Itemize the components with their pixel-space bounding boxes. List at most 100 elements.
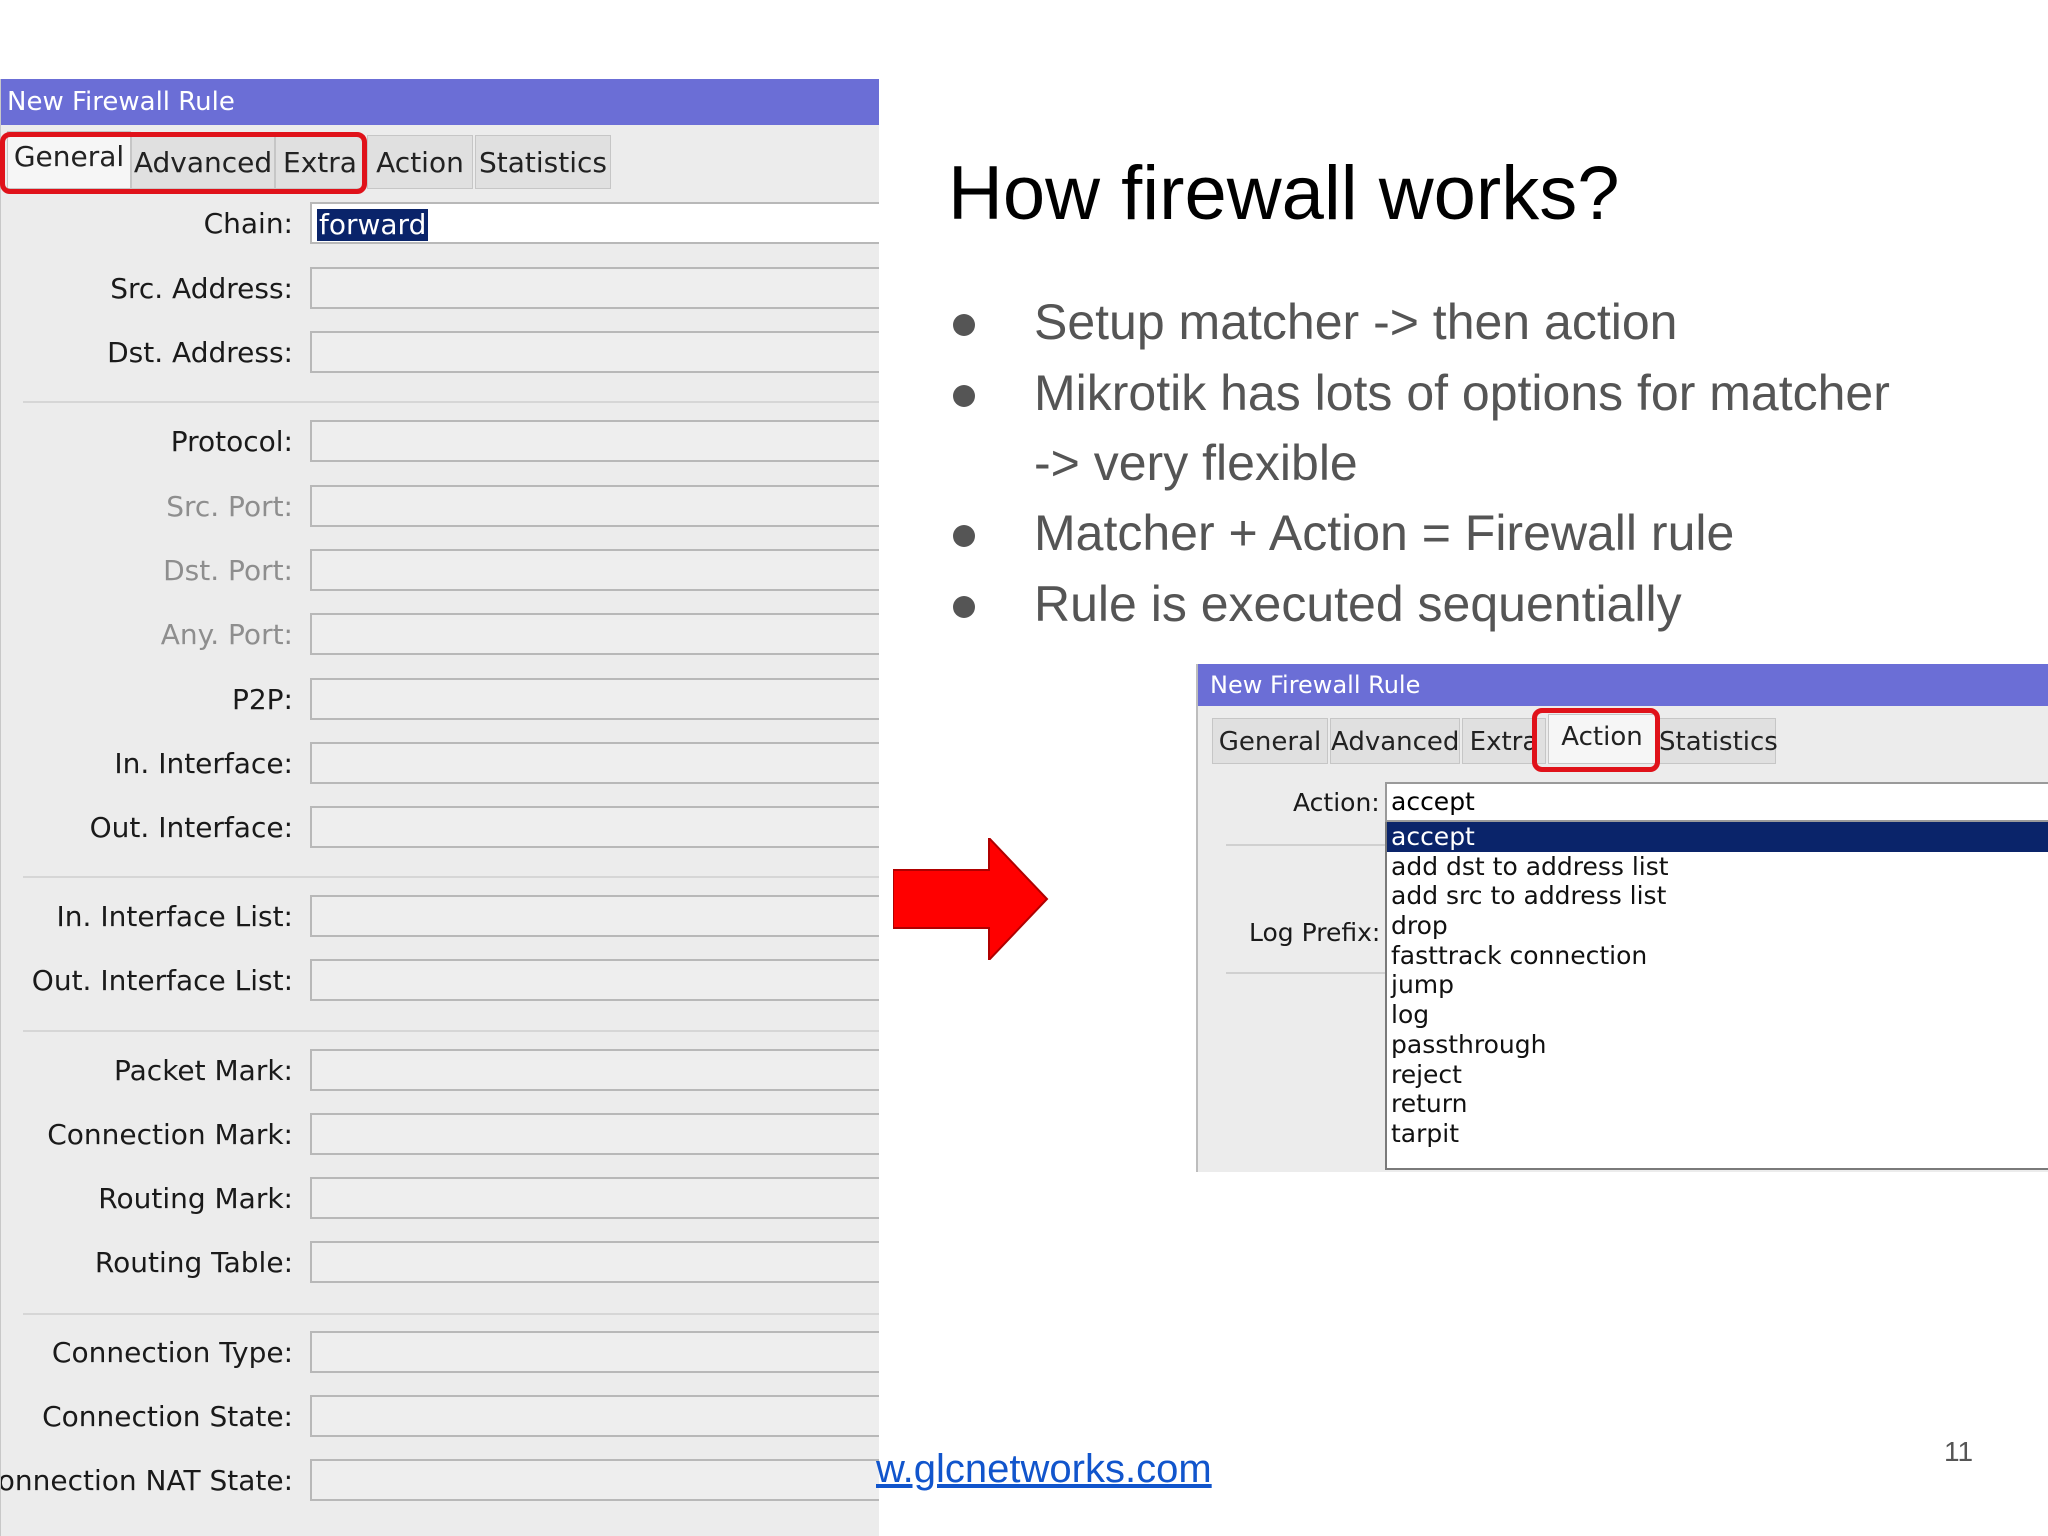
action-dropdown-list[interactable]: accept add dst to address list add src to … bbox=[1385, 822, 2048, 1170]
separator bbox=[23, 876, 879, 878]
form-row-routing-table: Routing Table: bbox=[1, 1241, 879, 1285]
firewall-rule-window-action: New Firewall Rule General Advanced Extra… bbox=[1196, 664, 2048, 1172]
separator bbox=[1226, 844, 1386, 846]
in-interface-input[interactable] bbox=[310, 742, 879, 784]
dropdown-option[interactable]: add dst to address list bbox=[1387, 852, 2048, 882]
routing-mark-input[interactable] bbox=[310, 1177, 879, 1219]
dropdown-option[interactable]: passthrough bbox=[1387, 1030, 2048, 1060]
form-row-connection-nat-state: Connection NAT State: bbox=[1, 1459, 879, 1503]
right-arrow-icon bbox=[893, 838, 1049, 960]
src-address-input[interactable] bbox=[310, 267, 879, 309]
window-title: New Firewall Rule bbox=[1, 79, 879, 125]
bullet-dot bbox=[953, 385, 975, 407]
form-row-any-port: Any. Port: bbox=[1, 613, 879, 657]
separator bbox=[23, 1313, 879, 1315]
bullet-dot bbox=[953, 525, 975, 547]
connection-nat-state-input[interactable] bbox=[310, 1459, 879, 1501]
tab-action[interactable]: Action bbox=[367, 135, 473, 189]
in-interface-label: In. Interface: bbox=[114, 747, 293, 780]
log-prefix-label: Log Prefix: bbox=[1249, 918, 1381, 947]
separator bbox=[1226, 972, 1386, 974]
connection-nat-state-label: Connection NAT State: bbox=[0, 1464, 293, 1497]
p2p-label: P2P: bbox=[231, 683, 293, 716]
out-interface-list-label: Out. Interface List: bbox=[31, 964, 293, 997]
connection-state-input[interactable] bbox=[310, 1395, 879, 1437]
src-address-label: Src. Address: bbox=[110, 272, 293, 305]
routing-mark-label: Routing Mark: bbox=[98, 1182, 293, 1215]
connection-type-label: Connection Type: bbox=[51, 1336, 293, 1369]
form-row-out-interface: Out. Interface: bbox=[1, 806, 879, 850]
connection-mark-input[interactable] bbox=[310, 1113, 879, 1155]
slide-title: How firewall works? bbox=[948, 151, 1620, 236]
in-interface-list-label: In. Interface List: bbox=[56, 900, 293, 933]
packet-mark-label: Packet Mark: bbox=[114, 1054, 293, 1087]
tab-advanced[interactable]: Advanced bbox=[1330, 718, 1460, 764]
form-row-p2p: P2P: bbox=[1, 678, 879, 722]
tab-statistics[interactable]: Statistics bbox=[475, 135, 611, 189]
connection-type-input[interactable] bbox=[310, 1331, 879, 1373]
dst-port-label: Dst. Port: bbox=[163, 554, 293, 587]
out-interface-input[interactable] bbox=[310, 806, 879, 848]
form-row-chain: Chain: forward bbox=[1, 202, 879, 246]
form-row-dst-address: Dst. Address: bbox=[1, 331, 879, 375]
dst-address-label: Dst. Address: bbox=[107, 336, 293, 369]
out-interface-label: Out. Interface: bbox=[89, 811, 293, 844]
page-number: 11 bbox=[1944, 1436, 1974, 1467]
bullet-dot bbox=[953, 314, 975, 336]
form-row-out-interface-list: Out. Interface List: bbox=[1, 959, 879, 1003]
any-port-label: Any. Port: bbox=[160, 618, 293, 651]
dropdown-option[interactable]: return bbox=[1387, 1089, 2048, 1119]
dropdown-option[interactable]: tarpit bbox=[1387, 1119, 2048, 1149]
form-row-packet-mark: Packet Mark: bbox=[1, 1049, 879, 1093]
tab-general[interactable]: General bbox=[1212, 718, 1328, 764]
highlight-box-action-tab bbox=[1532, 708, 1660, 772]
form-row-connection-mark: Connection Mark: bbox=[1, 1113, 879, 1157]
dropdown-option[interactable]: log bbox=[1387, 1000, 2048, 1030]
bullet-text: Mikrotik has lots of options for matcher bbox=[1034, 365, 1890, 421]
dropdown-option[interactable]: add src to address list bbox=[1387, 881, 2048, 911]
highlight-box-tabs bbox=[0, 132, 367, 194]
protocol-input[interactable] bbox=[310, 420, 879, 462]
form-row-dst-port: Dst. Port: bbox=[1, 549, 879, 593]
connection-mark-label: Connection Mark: bbox=[47, 1118, 293, 1151]
form-row-connection-type: Connection Type: bbox=[1, 1331, 879, 1375]
in-interface-list-input[interactable] bbox=[310, 895, 879, 937]
bullet-dot bbox=[953, 596, 975, 618]
dropdown-option[interactable]: fasttrack connection bbox=[1387, 941, 2048, 971]
dropdown-option[interactable]: accept bbox=[1387, 822, 2048, 852]
p2p-input[interactable] bbox=[310, 678, 879, 720]
packet-mark-input[interactable] bbox=[310, 1049, 879, 1091]
form-row-in-interface: In. Interface: bbox=[1, 742, 879, 786]
dropdown-option[interactable]: jump bbox=[1387, 970, 2048, 1000]
separator bbox=[23, 1030, 879, 1032]
protocol-label: Protocol: bbox=[170, 425, 293, 458]
dst-port-input[interactable] bbox=[310, 549, 879, 591]
dropdown-option[interactable]: drop bbox=[1387, 911, 2048, 941]
chain-value: forward bbox=[317, 208, 429, 241]
form-row-src-address: Src. Address: bbox=[1, 267, 879, 311]
dropdown-option[interactable]: reject bbox=[1387, 1060, 2048, 1090]
window-title: New Firewall Rule bbox=[1198, 664, 2048, 706]
form-row-routing-mark: Routing Mark: bbox=[1, 1177, 879, 1221]
tab-statistics[interactable]: Statistics bbox=[1658, 718, 1778, 764]
action-select[interactable]: accept bbox=[1385, 782, 2048, 822]
bullet-text: Setup matcher -> then action bbox=[1034, 294, 1678, 350]
action-label: Action: bbox=[1293, 788, 1380, 817]
routing-table-input[interactable] bbox=[310, 1241, 879, 1283]
form-row-connection-state: Connection State: bbox=[1, 1395, 879, 1439]
dst-address-input[interactable] bbox=[310, 331, 879, 373]
any-port-input[interactable] bbox=[310, 613, 879, 655]
form-row-protocol: Protocol: bbox=[1, 420, 879, 464]
separator bbox=[23, 401, 879, 403]
website-link[interactable]: w.glcnetworks.com bbox=[876, 1447, 1212, 1492]
bullet-text: Rule is executed sequentially bbox=[1034, 576, 1682, 632]
src-port-label: Src. Port: bbox=[166, 490, 293, 523]
bullet-text-continued: -> very flexible bbox=[1034, 435, 1358, 491]
form-row-src-port: Src. Port: bbox=[1, 485, 879, 529]
firewall-rule-window-general: New Firewall Rule General Advanced Extra… bbox=[0, 79, 879, 1536]
chain-input[interactable]: forward bbox=[310, 202, 879, 244]
out-interface-list-input[interactable] bbox=[310, 959, 879, 1001]
src-port-input[interactable] bbox=[310, 485, 879, 527]
bullet-text: Matcher + Action = Firewall rule bbox=[1034, 505, 1735, 561]
connection-state-label: Connection State: bbox=[42, 1400, 293, 1433]
